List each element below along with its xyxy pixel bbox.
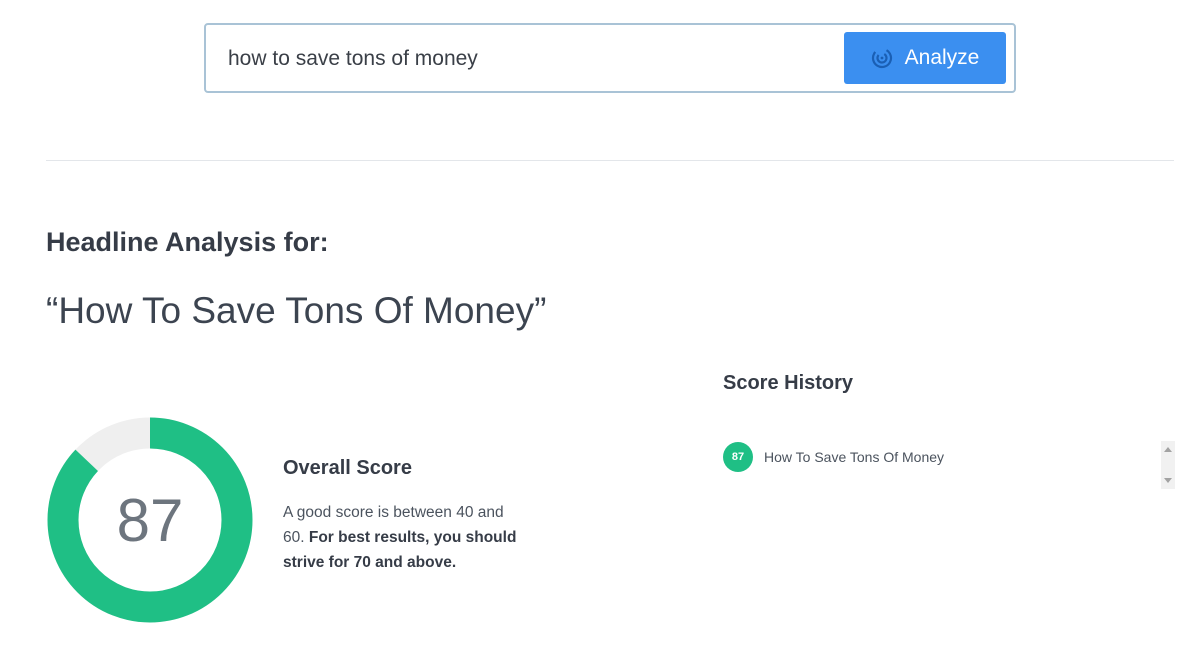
history-headline: How To Save Tons Of Money [764, 449, 945, 465]
page: Analyze Headline Analysis for: “How To S… [0, 0, 1200, 665]
target-icon [871, 47, 893, 69]
headline-text: How To Save Tons Of Money [58, 290, 535, 331]
overall-score-title: Overall Score [283, 457, 412, 479]
divider [46, 160, 1174, 161]
open-quote: “ [46, 290, 59, 331]
headline-input[interactable] [228, 43, 828, 75]
history-scrollbar[interactable] [1161, 441, 1175, 489]
analysis-heading: Headline Analysis for: [46, 227, 329, 257]
analyze-button[interactable]: Analyze [844, 32, 1006, 84]
score-guidance-bold: For best results, you should strive for … [283, 529, 517, 571]
score-value: 87 [116, 486, 184, 554]
score-history-title: Score History [723, 372, 854, 394]
analyze-button-label: Analyze [904, 46, 980, 69]
scroll-up-arrow-icon[interactable] [1164, 447, 1172, 452]
scroll-down-arrow-icon[interactable] [1164, 478, 1172, 483]
close-quote: ” [534, 290, 547, 331]
history-score-badge: 87 [723, 442, 753, 472]
score-gauge: 87 [46, 416, 254, 624]
search-bar: Analyze [204, 23, 1016, 93]
analyzed-headline: “How To Save Tons Of Money” [46, 290, 546, 332]
overall-score-description: A good score is between 40 and 60. For b… [283, 500, 523, 575]
score-history-list[interactable]: 87 How To Save Tons Of Money [723, 441, 1175, 489]
history-item[interactable]: 87 How To Save Tons Of Money [723, 441, 1175, 473]
